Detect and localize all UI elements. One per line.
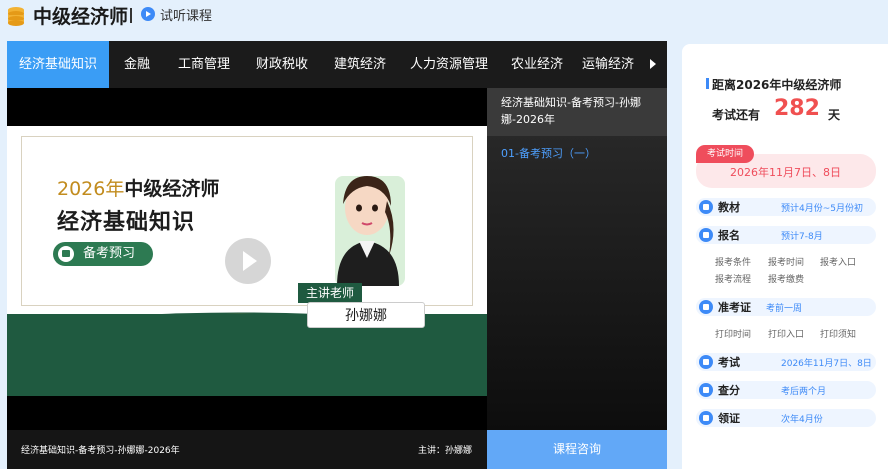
tab-human-resources[interactable]: 人力资源管理 xyxy=(399,41,499,88)
video-caption: 经济基础知识-备考预习-孙娜娜-2026年 xyxy=(21,446,180,456)
link-signup-time[interactable]: 报考时间 xyxy=(768,255,804,268)
link-print-time[interactable]: 打印时间 xyxy=(715,327,751,340)
row-label: 教材 xyxy=(718,201,740,214)
playlist-panel: 经济基础知识-备考预习-孙娜娜-2026年 01-备考预习（一） xyxy=(487,88,667,430)
schedule-row-certificate[interactable]: 领证 次年4月份 xyxy=(696,409,876,427)
course-consult-button[interactable]: 课程咨询 xyxy=(487,430,667,469)
row-label: 领证 xyxy=(718,412,740,425)
notebook-icon xyxy=(58,246,74,262)
exam-info-panel: 距离2026年中级经济师 考试还有 282 天 考试时间 2026年11月7日、… xyxy=(682,44,888,469)
countdown-prefix: 考试还有 xyxy=(712,108,761,122)
row-label: 考试 xyxy=(718,356,740,369)
schedule-row-exam[interactable]: 考试 2026年11月7日、8日 xyxy=(696,353,876,371)
exam-icon xyxy=(699,355,713,369)
ticket-icon xyxy=(699,300,713,314)
tab-construction-economics[interactable]: 建筑经济 xyxy=(321,41,399,88)
row-value: 次年4月份 xyxy=(781,415,823,425)
slide-tag-label: 备考预习 xyxy=(83,246,136,261)
chevron-right-icon[interactable] xyxy=(641,41,667,88)
tab-transport-economics[interactable]: 运输经济 xyxy=(575,41,641,88)
row-label: 报名 xyxy=(718,229,740,242)
link-print-entry[interactable]: 打印入口 xyxy=(768,327,804,340)
link-signup-process[interactable]: 报考流程 xyxy=(715,272,751,285)
row-value: 考前一周 xyxy=(766,304,803,314)
countdown-days: 282 xyxy=(774,96,820,121)
title-divider xyxy=(130,8,132,23)
certificate-icon xyxy=(699,411,713,425)
row-value: 预计4月份~5月份初 xyxy=(781,204,863,214)
tab-finance-tax[interactable]: 财政税收 xyxy=(243,41,321,88)
countdown-accent-bar xyxy=(706,78,709,89)
playlist-item[interactable]: 01-备考预习（一） xyxy=(501,145,596,161)
teacher-portrait xyxy=(335,176,405,286)
tab-economics-basics[interactable]: 经济基础知识 xyxy=(7,41,109,88)
link-print-notes[interactable]: 打印须知 xyxy=(820,327,856,340)
slide-subject: 经济基础知识 xyxy=(57,210,196,235)
schedule-row-score[interactable]: 查分 考后两个月 xyxy=(696,381,876,399)
play-button[interactable] xyxy=(225,238,271,284)
score-icon xyxy=(699,383,713,397)
row-value: 预计7-8月 xyxy=(781,232,823,242)
video-area[interactable]: 2026年中级经济师 经济基础知识 备考预习 主讲老师 孙娜娜 xyxy=(7,88,487,430)
schedule-row-admission-ticket[interactable]: 准考证 考前一周 xyxy=(696,298,876,316)
row-label: 准考证 xyxy=(718,301,751,314)
video-slide: 2026年中级经济师 经济基础知识 备考预习 主讲老师 孙娜娜 xyxy=(7,126,487,396)
trial-course-link[interactable]: 试听课程 xyxy=(160,5,212,24)
book-icon xyxy=(699,200,713,214)
schedule-row-signup[interactable]: 报名 预计7-8月 xyxy=(696,226,876,244)
slide-heading: 2026年中级经济师 xyxy=(57,178,220,200)
subject-tabs: 经济基础知识 金融 工商管理 财政税收 建筑经济 人力资源管理 农业经济 运输经… xyxy=(7,41,667,88)
row-label: 查分 xyxy=(718,384,740,397)
link-signup-conditions[interactable]: 报考条件 xyxy=(715,255,751,268)
play-circle-icon[interactable] xyxy=(141,7,155,21)
playlist-title: 经济基础知识-备考预习-孙娜娜-2026年 xyxy=(487,88,667,136)
tab-agriculture-economics[interactable]: 农业经济 xyxy=(499,41,575,88)
countdown-unit: 天 xyxy=(828,108,841,122)
schedule-row-textbook[interactable]: 教材 预计4月份~5月份初 xyxy=(696,198,876,216)
countdown-title: 距离2026年中级经济师 xyxy=(712,78,842,92)
exam-date: 2026年11月7日、8日 xyxy=(730,166,841,179)
slide-tag: 备考预习 xyxy=(53,242,153,266)
teacher-role-label: 主讲老师 xyxy=(298,283,362,303)
link-signup-payment[interactable]: 报考缴费 xyxy=(768,272,804,285)
coins-stack-icon xyxy=(8,7,24,26)
row-value: 考后两个月 xyxy=(781,387,827,397)
app-title: 中级经济师 xyxy=(33,6,129,28)
signup-icon xyxy=(699,228,713,242)
video-host: 主讲：孙娜娜 xyxy=(418,446,473,456)
exam-time-badge: 考试时间 xyxy=(696,145,754,163)
teacher-name-label: 孙娜娜 xyxy=(307,302,425,328)
row-value: 2026年11月7日、8日 xyxy=(781,359,872,369)
page-header: 中级经济师 试听课程 xyxy=(0,0,888,40)
link-signup-entry[interactable]: 报考入口 xyxy=(820,255,856,268)
tab-finance[interactable]: 金融 xyxy=(109,41,165,88)
tab-business-admin[interactable]: 工商管理 xyxy=(165,41,243,88)
course-player: 经济基础知识 金融 工商管理 财政税收 建筑经济 人力资源管理 农业经济 运输经… xyxy=(7,41,667,469)
